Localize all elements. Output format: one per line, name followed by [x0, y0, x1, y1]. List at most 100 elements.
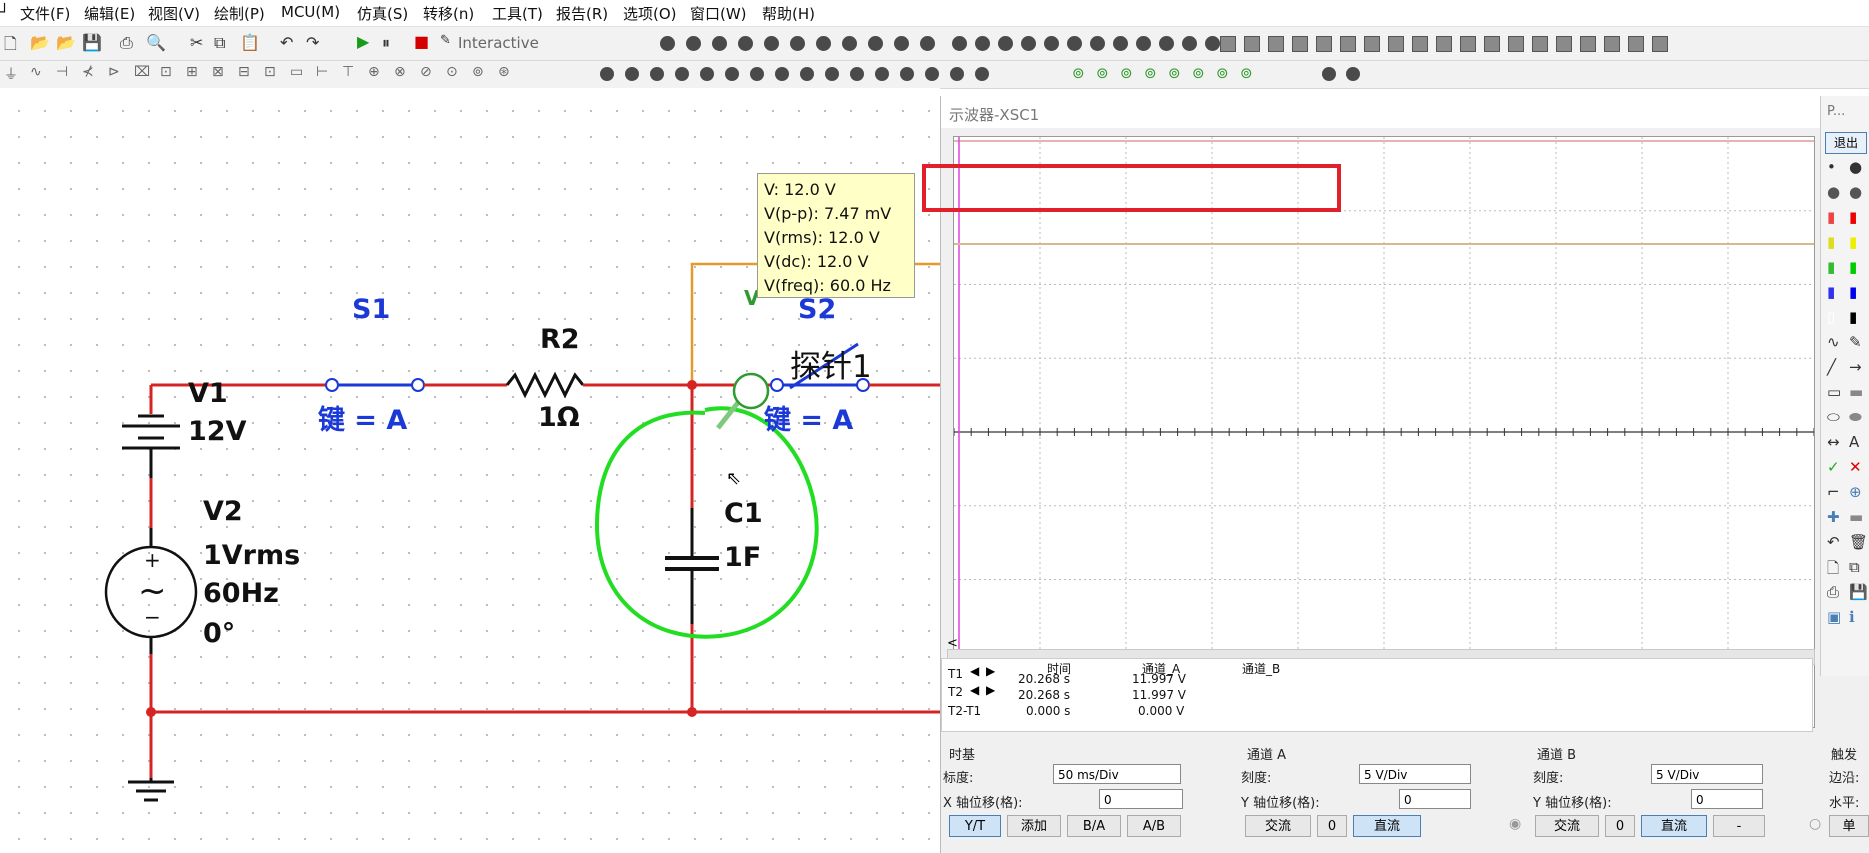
component-icon[interactable]: ⊞	[186, 64, 198, 80]
view-icon[interactable]	[1340, 36, 1356, 52]
palette-tool-icon[interactable]: ✕	[1849, 458, 1862, 476]
run-icon[interactable]: ▶	[357, 32, 369, 51]
paste-icon[interactable]: 📋	[240, 33, 260, 52]
palette-tool-icon[interactable]: ▭	[1827, 383, 1841, 401]
view-icon[interactable]	[1364, 36, 1380, 52]
instrument-icon[interactable]	[975, 67, 989, 81]
instrument-icon[interactable]	[1044, 36, 1059, 51]
component-icon[interactable]: ⊡	[160, 64, 172, 80]
component-icon[interactable]: ⊟	[238, 64, 250, 80]
instrument-icon[interactable]	[1182, 36, 1197, 51]
single-trigger-button[interactable]: 单	[1829, 815, 1869, 837]
component-icon[interactable]: ∿	[30, 64, 42, 80]
palette-tool-icon[interactable]: ╱	[1827, 358, 1836, 376]
channel-b-zero-button[interactable]: 0	[1605, 815, 1635, 837]
instrument-icon[interactable]	[800, 67, 814, 81]
palette-tool-icon[interactable]: ⊕	[1849, 483, 1862, 501]
channel-b-dc-button[interactable]: 直流	[1641, 815, 1707, 837]
channel-a-scale-field[interactable]: 5 V/Div	[1359, 764, 1471, 784]
t1-left-arrow[interactable]: ◀	[970, 664, 979, 678]
component-icon[interactable]: ⊳	[108, 64, 120, 80]
menu-file[interactable]: 文件(F)	[20, 3, 70, 24]
channel-b-ypos-field[interactable]: 0	[1691, 789, 1763, 809]
t2-left-arrow[interactable]: ◀	[970, 683, 979, 697]
view-icon[interactable]	[1580, 36, 1596, 52]
palette-tool-icon[interactable]: ↶	[1827, 533, 1840, 551]
save-icon[interactable]: 💾	[82, 33, 102, 52]
menu-tools[interactable]: 工具(T)	[492, 3, 543, 24]
view-icon[interactable]	[1316, 36, 1332, 52]
palette-tool-icon[interactable]: 🗑	[1849, 533, 1868, 551]
probe-tool-icon[interactable]: ⊚	[1072, 64, 1085, 82]
instrument-icon[interactable]	[675, 67, 689, 81]
palette-tool-icon[interactable]: •	[1827, 158, 1836, 176]
instrument-icon[interactable]	[700, 67, 714, 81]
view-icon[interactable]	[1508, 36, 1524, 52]
view-icon[interactable]	[1460, 36, 1476, 52]
scope-screen[interactable]	[953, 136, 1815, 728]
channel-b-ac-button[interactable]: 交流	[1535, 815, 1599, 837]
view-icon[interactable]	[1292, 36, 1308, 52]
open-folder-icon[interactable]: 📂	[30, 33, 50, 52]
instrument-icon[interactable]	[868, 36, 883, 51]
view-icon[interactable]	[1220, 36, 1236, 52]
probe-tool-icon[interactable]: ⊚	[1120, 64, 1133, 82]
palette-tool-icon[interactable]: ▣	[1827, 608, 1841, 626]
view-icon[interactable]	[1556, 36, 1572, 52]
instrument-icon[interactable]	[775, 67, 789, 81]
instrument-icon[interactable]	[950, 67, 964, 81]
palette-tool-icon[interactable]: ↔	[1827, 433, 1840, 451]
copy-icon[interactable]: ⧉	[214, 33, 225, 53]
exit-button[interactable]: 退出	[1825, 132, 1867, 154]
undo-icon[interactable]: ↶	[280, 33, 293, 52]
palette-tool-icon[interactable]: ✓	[1827, 458, 1840, 476]
instrument-icon[interactable]	[875, 67, 889, 81]
component-icon[interactable]: ⊣	[56, 64, 68, 80]
instrument-icon[interactable]	[1021, 36, 1036, 51]
component-icon[interactable]: ⏚	[4, 64, 18, 84]
menu-transfer[interactable]: 转移(n)	[423, 3, 474, 24]
channel-b-scale-field[interactable]: 5 V/Div	[1651, 764, 1763, 784]
palette-tool-icon[interactable]: 💾	[1849, 583, 1868, 601]
menu-view[interactable]: 视图(V)	[148, 3, 200, 24]
yt-button[interactable]: Y/T	[949, 815, 1001, 837]
menu-draw[interactable]: 绘制(P)	[214, 3, 265, 24]
instrument-icon[interactable]	[925, 67, 939, 81]
instrument-icon[interactable]	[1205, 36, 1220, 51]
component-icon[interactable]: ⊕	[368, 64, 380, 80]
instrument-icon[interactable]	[725, 67, 739, 81]
palette-tool-icon[interactable]: ●	[1827, 183, 1840, 201]
timebase-scale-field[interactable]: 50 ms/Div	[1053, 764, 1181, 784]
instrument-icon[interactable]	[650, 67, 664, 81]
probe-tool-icon[interactable]: ⊚	[1216, 64, 1229, 82]
instrument-icon[interactable]	[825, 67, 839, 81]
palette-tool-icon[interactable]: ⧉	[1849, 558, 1860, 576]
interactive-mode-label[interactable]: Interactive	[458, 34, 539, 52]
channel-a-radio[interactable]: ◉	[1509, 816, 1521, 832]
view-icon[interactable]	[1268, 36, 1284, 52]
component-icon[interactable]: ⌧	[134, 64, 150, 80]
view-icon[interactable]	[1652, 36, 1668, 52]
x-position-field[interactable]: 0	[1099, 789, 1183, 809]
instrument-icon[interactable]	[600, 67, 614, 81]
cut-icon[interactable]: ✂	[190, 33, 203, 52]
instrument-icon[interactable]	[1067, 36, 1082, 51]
ab-button[interactable]: A/B	[1127, 815, 1181, 837]
component-icon[interactable]: ⊢	[316, 64, 328, 80]
menu-options[interactable]: 选项(O)	[623, 3, 677, 24]
channel-a-zero-button[interactable]: 0	[1317, 815, 1347, 837]
stop-icon[interactable]: ■	[414, 32, 429, 51]
palette-tool-icon[interactable]: ▮	[1827, 233, 1835, 251]
instrument-icon[interactable]	[660, 36, 675, 51]
instrument-icon[interactable]	[998, 36, 1013, 51]
scope-title-bar[interactable]: 示波器-XSC1	[941, 96, 1869, 128]
instrument-icon[interactable]	[750, 67, 764, 81]
instrument-icon[interactable]	[952, 36, 967, 51]
instrument-icon[interactable]	[1322, 67, 1336, 81]
instrument-icon[interactable]	[1090, 36, 1105, 51]
palette-tool-icon[interactable]: ▮	[1849, 283, 1857, 301]
instrument-icon[interactable]	[920, 36, 935, 51]
redo-icon[interactable]: ↷	[306, 33, 319, 52]
channel-b-minus-button[interactable]: -	[1713, 815, 1765, 837]
interactive-mode-icon[interactable]: ✎	[440, 33, 451, 48]
